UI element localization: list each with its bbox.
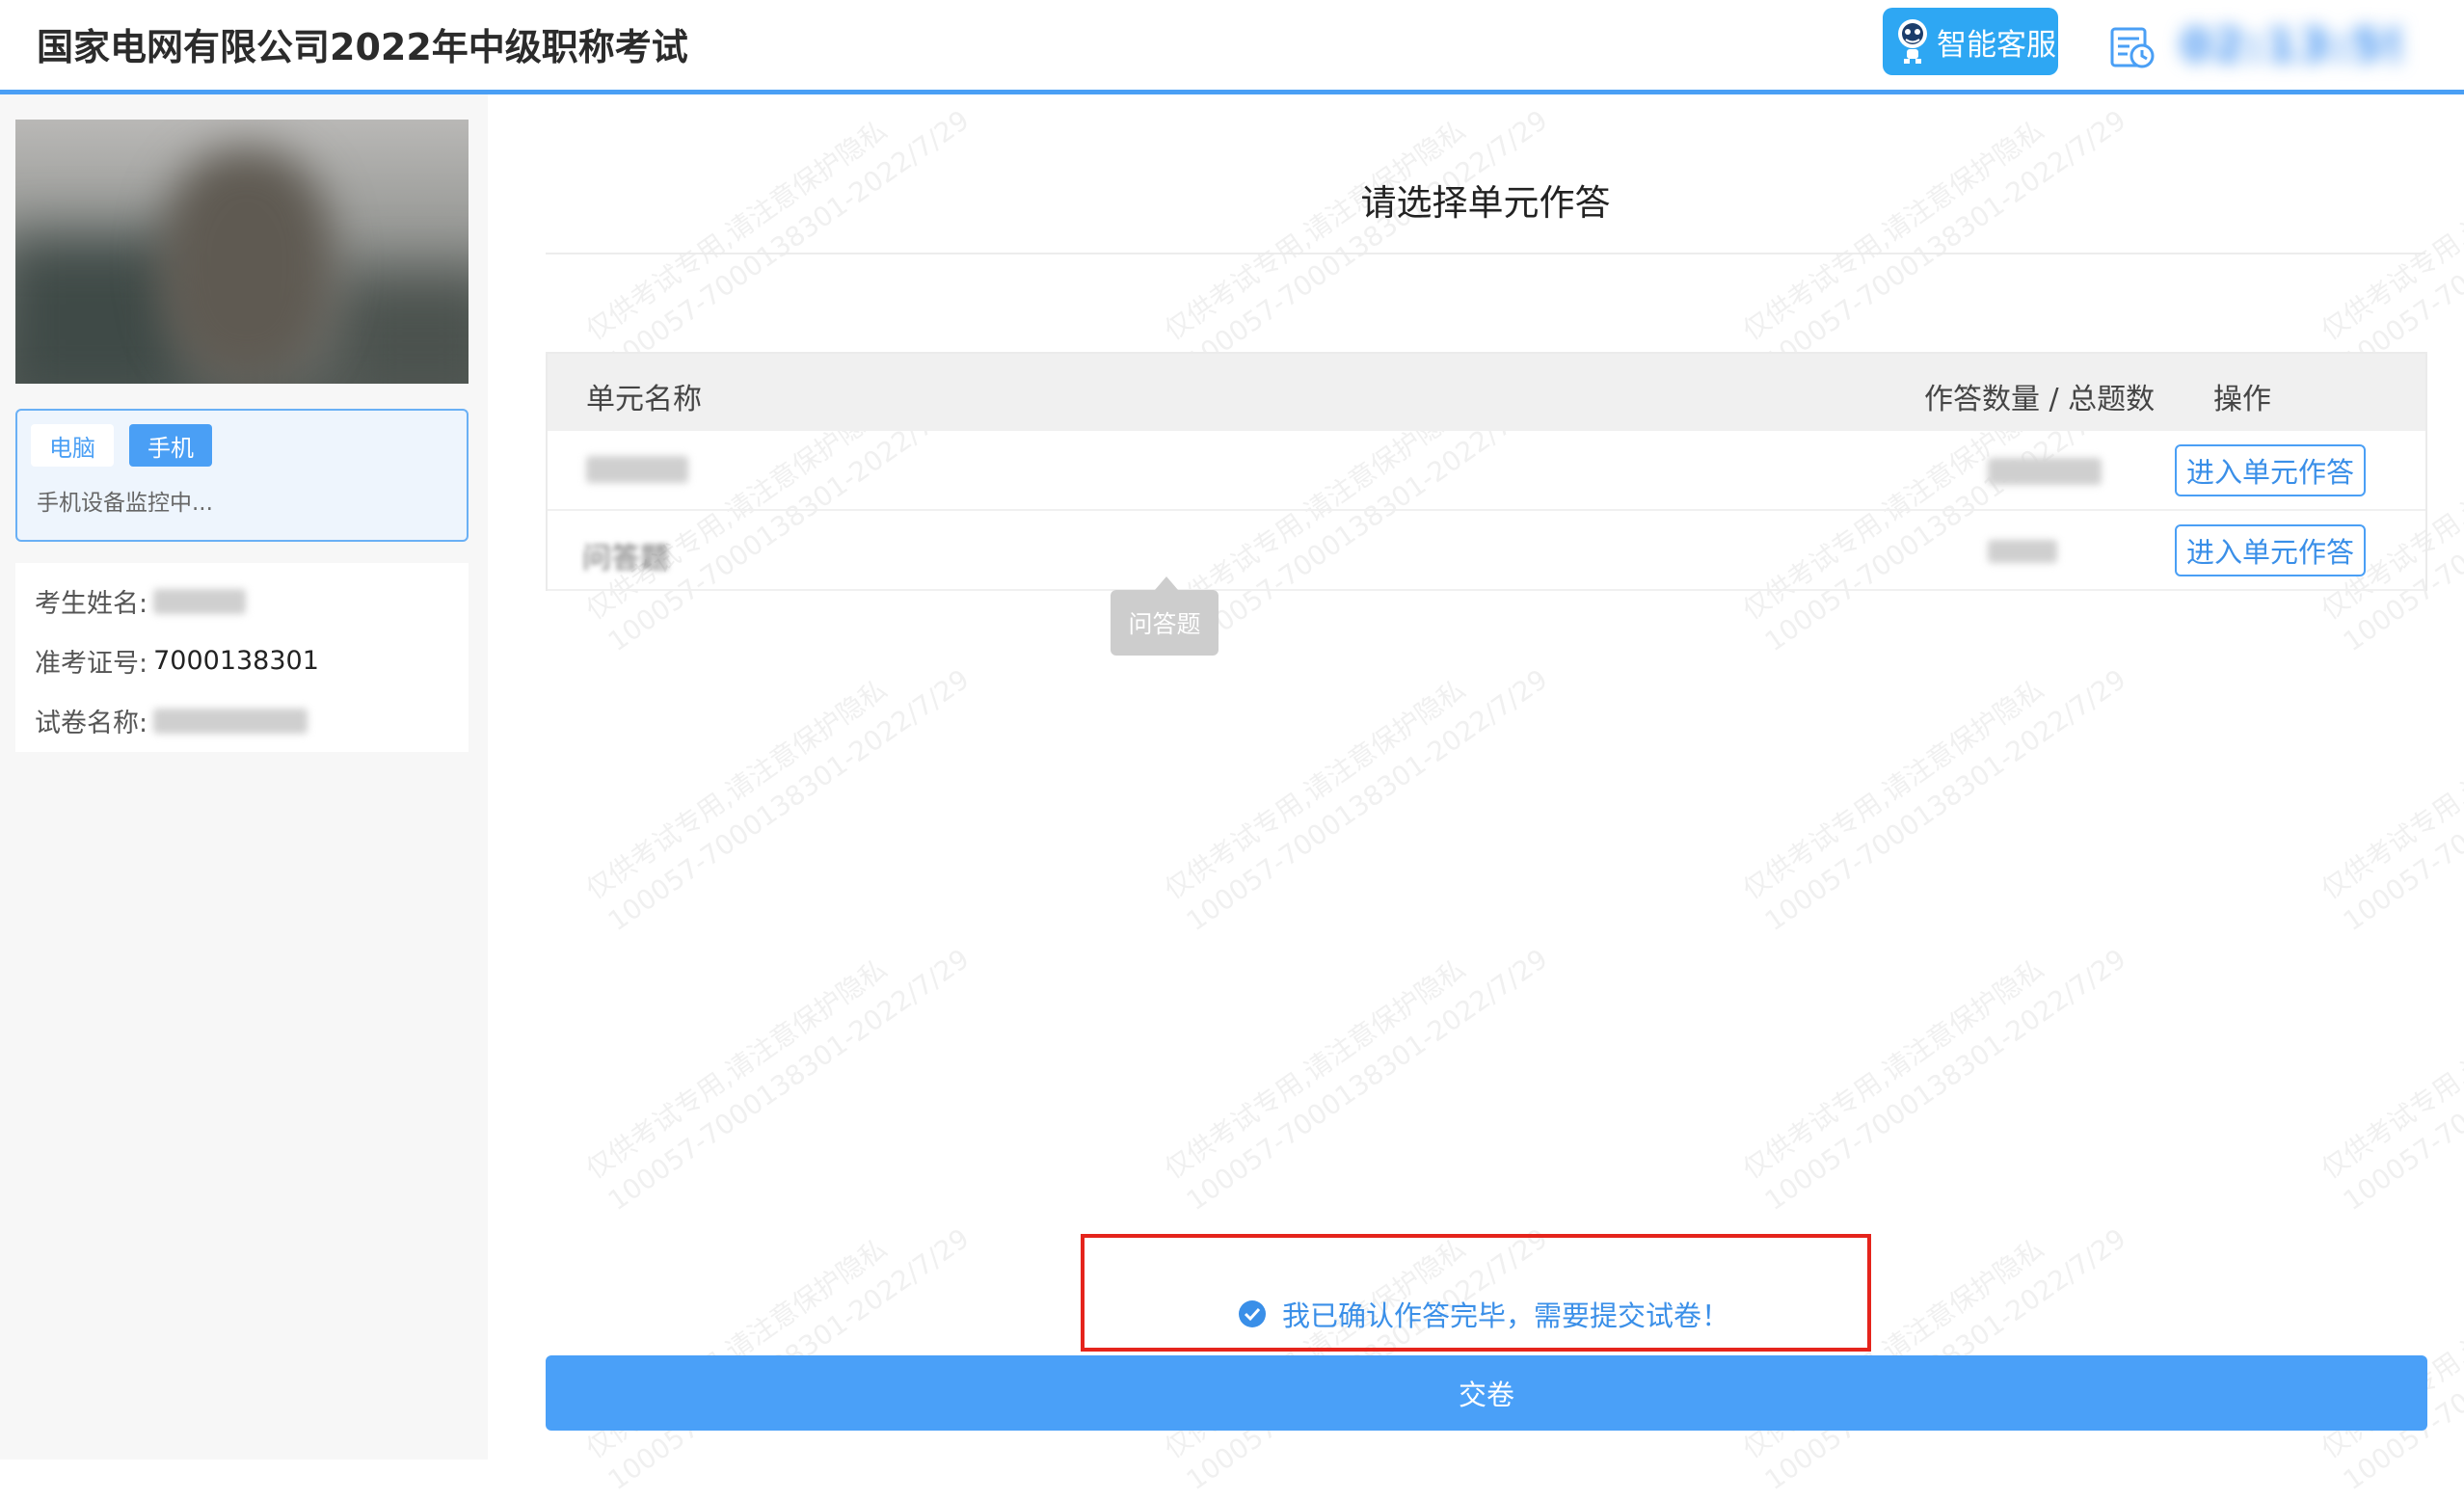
header-answer-count: 作答数量 / 总题数 bbox=[1924, 383, 2156, 416]
candidate-name-row: 考生姓名: bbox=[35, 582, 247, 620]
sidebar: 电脑 手机 手机设备监控中... 考生姓名: 准考证号: 7000138301 … bbox=[0, 94, 488, 1460]
watermark-text: 仅供考试专用,请注意保护隐私100057-7000138301-2022/7/2… bbox=[1157, 909, 1556, 1220]
smart-service-label: 智能客服 bbox=[1937, 27, 2056, 63]
watermark-text: 仅供考试专用,请注意保护隐私100057-7000138301-2022/7/2… bbox=[1735, 629, 2134, 941]
watermark-text: 仅供考试专用,请注意保护隐私100057-7000138301-2022/7/2… bbox=[2314, 70, 2464, 382]
watermark-text: 仅供考试专用,请注意保护隐私100057-7000138301-2022/7/2… bbox=[1735, 909, 2134, 1220]
watermark-text: 仅供考试专用,请注意保护隐私100057-7000138301-2022/7/2… bbox=[578, 1189, 978, 1500]
watermark-line: 100057-7000138301-2022/7/29 bbox=[602, 662, 976, 938]
submit-exam-button[interactable]: 交卷 bbox=[546, 1355, 2427, 1431]
watermark-text: 仅供考试专用,请注意保护隐私100057-7000138301-2022/7/2… bbox=[1735, 70, 2134, 382]
watermark-line: 100057-7000138301-2022/7/29 bbox=[602, 103, 976, 379]
header-action: 操作 bbox=[2213, 383, 2271, 416]
paper-name-value bbox=[153, 708, 308, 734]
watermark-line: 100057-7000138301-2022/7/29 bbox=[1758, 942, 2132, 1218]
check-circle-icon bbox=[1239, 1300, 1266, 1327]
table-header: 单元名称 作答数量 / 总题数 操作 bbox=[548, 354, 2425, 431]
watermark-line: 100057-7000138301-2022/7/29 bbox=[1758, 103, 2132, 379]
watermark-line: 100057-7000138301-2022/7/29 bbox=[1180, 662, 1554, 938]
watermark-line: 仅供考试专用,请注意保护隐私 bbox=[1158, 952, 1472, 1186]
candidate-info: 考生姓名: 准考证号: 7000138301 试卷名称: bbox=[15, 563, 469, 752]
watermark-text: 仅供考试专用,请注意保护隐私100057-7000138301-2022/7/2… bbox=[1157, 70, 1556, 382]
watermark-line: 仅供考试专用,请注意保护隐私 bbox=[1736, 673, 2050, 906]
monitor-status: 手机设备监控中... bbox=[37, 491, 213, 516]
confirm-text: 我已确认作答完毕，需要提交试卷！ bbox=[1282, 1299, 1730, 1332]
unit-name: 问答题 bbox=[582, 542, 669, 576]
page-title: 请选择单元作答 bbox=[1360, 182, 1611, 224]
countdown-timer: 02:13:59 bbox=[2181, 19, 2400, 71]
enter-unit-button[interactable]: 进入单元作答 bbox=[2175, 524, 2366, 576]
tab-phone[interactable]: 手机 bbox=[129, 424, 212, 467]
watermark-line: 100057-7000138301-2022/7/29 bbox=[2337, 662, 2464, 938]
watermark-text: 仅供考试专用,请注意保护隐私100057-7000138301-2022/7/2… bbox=[2314, 909, 2464, 1220]
tooltip-arrow bbox=[1155, 576, 1178, 590]
watermark-line: 仅供考试专用,请注意保护隐私 bbox=[1158, 673, 1472, 906]
candidate-id-value: 7000138301 bbox=[153, 646, 319, 676]
watermark-text: 仅供考试专用,请注意保护隐私100057-7000138301-2022/7/2… bbox=[2314, 629, 2464, 941]
watermark-text: 仅供考试专用,请注意保护隐私100057-7000138301-2022/7/2… bbox=[578, 629, 978, 941]
unit-name-redacted bbox=[586, 456, 688, 483]
enter-unit-button[interactable]: 进入单元作答 bbox=[2175, 444, 2366, 496]
confirm-checkbox[interactable]: 我已确认作答完毕，需要提交试卷！ bbox=[1238, 1294, 1729, 1334]
candidate-id-row: 准考证号: 7000138301 bbox=[35, 642, 319, 680]
watermark-line: 仅供考试专用,请注意保护隐私 bbox=[1736, 952, 2050, 1186]
camera-preview bbox=[15, 120, 469, 384]
table-row: 进入单元作答 bbox=[548, 431, 2425, 511]
watermark-line: 100057-7000138301-2022/7/29 bbox=[1180, 103, 1554, 379]
watermark-line: 100057-7000138301-2022/7/29 bbox=[2337, 942, 2464, 1218]
watermark-line: 仅供考试专用,请注意保护隐私 bbox=[579, 952, 894, 1186]
paper-name-row: 试卷名称: bbox=[35, 702, 308, 739]
candidate-name-label: 考生姓名: bbox=[35, 589, 148, 619]
smart-service-button[interactable]: 智能客服 bbox=[1883, 8, 2058, 75]
watermark-text: 仅供考试专用,请注意保护隐私100057-7000138301-2022/7/2… bbox=[2314, 1189, 2464, 1500]
calendar-clock-icon bbox=[2110, 27, 2155, 68]
candidate-id-label: 准考证号: bbox=[35, 649, 148, 679]
title-divider bbox=[546, 253, 2425, 254]
watermark-text: 仅供考试专用,请注意保护隐私100057-7000138301-2022/7/2… bbox=[578, 909, 978, 1220]
watermark-line: 100057-7000138301-2022/7/29 bbox=[2337, 103, 2464, 379]
paper-name-label: 试卷名称: bbox=[35, 709, 148, 738]
answer-count-redacted bbox=[1988, 540, 2057, 563]
tab-computer[interactable]: 电脑 bbox=[31, 424, 114, 467]
watermark-line: 100057-7000138301-2022/7/29 bbox=[1180, 942, 1554, 1218]
device-monitor-card: 电脑 手机 手机设备监控中... bbox=[15, 409, 469, 542]
answer-count-redacted bbox=[1988, 458, 2102, 485]
header-unit-name: 单元名称 bbox=[586, 383, 702, 416]
watermark-text: 仅供考试专用,请注意保护隐私100057-7000138301-2022/7/2… bbox=[578, 70, 978, 382]
watermark-text: 仅供考试专用,请注意保护隐私100057-7000138301-2022/7/2… bbox=[1157, 629, 1556, 941]
header: 国家电网有限公司2022年中级职称考试 智能客服 02:13:59 bbox=[0, 0, 2464, 94]
robot-icon bbox=[1898, 19, 1927, 64]
unit-table: 单元名称 作答数量 / 总题数 操作 进入单元作答 问答题 进入单元作答 bbox=[546, 352, 2427, 591]
unit-tooltip: 问答题 bbox=[1111, 590, 1219, 656]
table-row: 问答题 进入单元作答 bbox=[548, 511, 2425, 591]
candidate-name-value bbox=[153, 588, 247, 614]
watermark-line: 仅供考试专用,请注意保护隐私 bbox=[2315, 952, 2464, 1186]
watermark-line: 仅供考试专用,请注意保护隐私 bbox=[2315, 673, 2464, 906]
watermark-line: 100057-7000138301-2022/7/29 bbox=[602, 942, 976, 1218]
watermark-line: 仅供考试专用,请注意保护隐私 bbox=[579, 673, 894, 906]
watermark-line: 100057-7000138301-2022/7/29 bbox=[1758, 662, 2132, 938]
app-title: 国家电网有限公司2022年中级职称考试 bbox=[37, 26, 688, 68]
